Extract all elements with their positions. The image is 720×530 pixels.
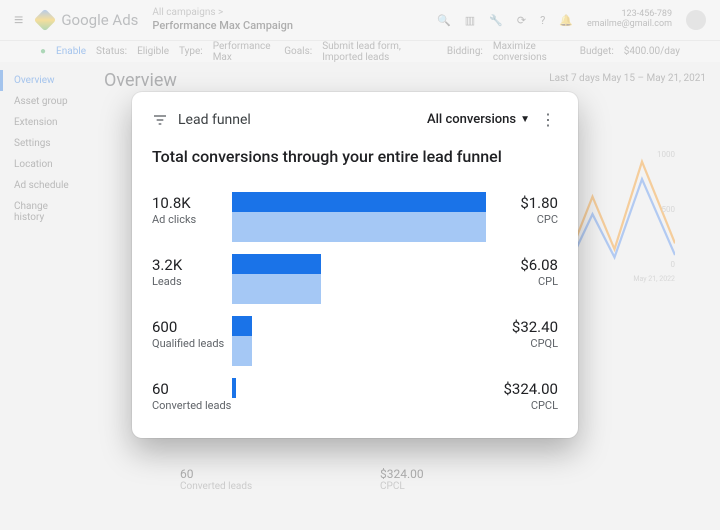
row-cost-label: CPL [486, 275, 558, 288]
row-label: Converted leads [152, 399, 232, 412]
funnel-connector [232, 336, 252, 366]
card-header-title: Lead funnel [178, 112, 251, 128]
chevron-down-icon: ▼ [520, 114, 530, 125]
row-cost-label: CPQL [486, 337, 558, 350]
dropdown-label: All conversions [427, 112, 516, 127]
conversions-dropdown[interactable]: All conversions ▼ [427, 112, 530, 127]
funnel-bar [232, 254, 321, 274]
row-label: Qualified leads [152, 337, 232, 350]
more-menu-icon[interactable]: ⋮ [538, 110, 558, 129]
funnel-bar [232, 378, 236, 398]
row-cost: $324.00 [486, 380, 558, 398]
funnel-row: 10.8K Ad clicks $1.80 CPC [152, 180, 558, 240]
funnel-rows: 10.8K Ad clicks $1.80 CPC 3.2K Leads [152, 180, 558, 426]
row-value: 60 [152, 380, 232, 398]
lead-funnel-card: Lead funnel All conversions ▼ ⋮ Total co… [132, 92, 578, 438]
row-label: Leads [152, 275, 232, 288]
row-value: 600 [152, 318, 232, 336]
funnel-connector [232, 274, 321, 304]
funnel-row: 3.2K Leads $6.08 CPL [152, 242, 558, 302]
row-value: 10.8K [152, 194, 232, 212]
card-header: Lead funnel All conversions ▼ ⋮ [152, 110, 558, 129]
row-label: Ad clicks [152, 213, 232, 226]
row-cost-label: CPCL [486, 399, 558, 412]
card-title: Total conversions through your entire le… [152, 147, 558, 166]
funnel-row: 600 Qualified leads $32.40 CPQL [152, 304, 558, 364]
funnel-bar [232, 316, 252, 336]
filter-icon [152, 112, 168, 128]
row-value: 3.2K [152, 256, 232, 274]
row-cost: $32.40 [486, 318, 558, 336]
row-cost: $1.80 [486, 194, 558, 212]
funnel-connector [232, 212, 486, 242]
funnel-bar [232, 192, 486, 212]
row-cost: $6.08 [486, 256, 558, 274]
row-cost-label: CPC [486, 213, 558, 226]
funnel-row: 60 Converted leads $324.00 CPCL [152, 366, 558, 426]
